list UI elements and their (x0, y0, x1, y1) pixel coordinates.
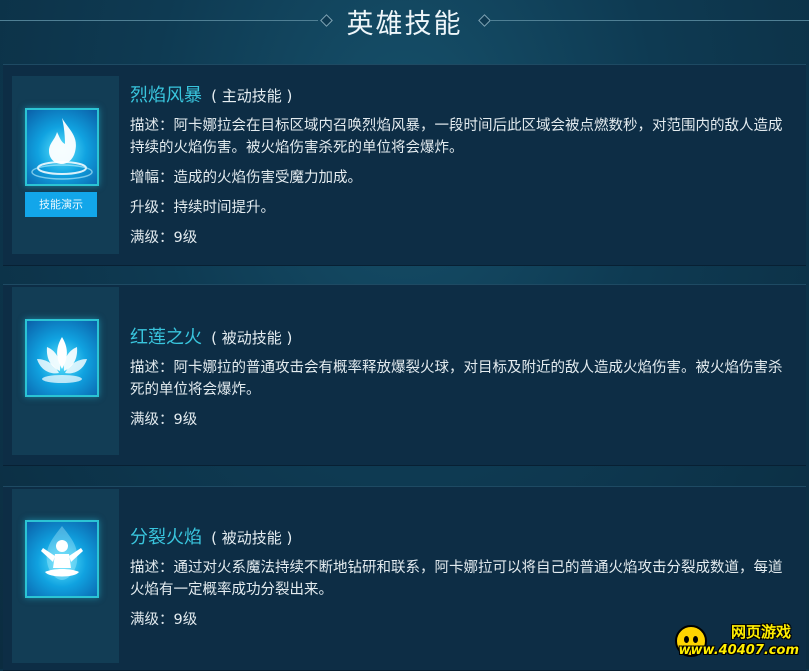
skill-type: ( 被动技能 ) (211, 529, 293, 547)
flame-storm-icon (31, 118, 93, 180)
skill-name: 红莲之火 (130, 327, 202, 348)
skill-upgrade: 升级：持续时间提升。 (130, 200, 275, 216)
skill-card-1: 技能演示 烈焰风暴 ( 主动技能 ) 描述：阿卡娜拉会在目标区域内召唤烈焰风暴，… (3, 64, 806, 266)
skill-title-row: 分裂火焰 ( 被动技能 ) (130, 523, 792, 549)
skill-type: ( 被动技能 ) (211, 329, 293, 347)
skill-demo-button[interactable]: 技能演示 (25, 192, 97, 217)
watermark-brand: 网页游戏 (730, 623, 791, 641)
skill-description: 描述：阿卡娜拉的普通攻击会有概率释放爆裂火球，对目标及附近的敌人造成火焰伤害。被… (130, 360, 783, 398)
split-flame-icon (41, 526, 83, 580)
skill-content: 烈焰风暴 ( 主动技能 ) 描述：阿卡娜拉会在目标区域内召唤烈焰风暴，一段时间后… (130, 81, 792, 249)
skill-icon[interactable] (25, 319, 99, 397)
skill-description: 描述：阿卡娜拉会在目标区域内召唤烈焰风暴，一段时间后此区域会被点燃数秒，对范围内… (130, 118, 783, 156)
skill-name: 分裂火焰 (130, 527, 202, 548)
skill-description: 描述：通过对火系魔法持续不断地钻研和联系，阿卡娜拉可以将自己的普通火焰攻击分裂成… (130, 560, 783, 598)
site-watermark: 网页游戏 www.40407.com (675, 621, 805, 667)
skill-content: 红莲之火 ( 被动技能 ) 描述：阿卡娜拉的普通攻击会有概率释放爆裂火球，对目标… (130, 323, 792, 431)
watermark-url: www.40407.com (678, 643, 800, 658)
skill-type: ( 主动技能 ) (211, 87, 293, 105)
skill-icon-panel (12, 489, 119, 663)
skill-card-2: 红莲之火 ( 被动技能 ) 描述：阿卡娜拉的普通攻击会有概率释放爆裂火球，对目标… (3, 284, 806, 466)
skill-content: 分裂火焰 ( 被动技能 ) 描述：通过对火系魔法持续不断地钻研和联系，阿卡娜拉可… (130, 523, 792, 631)
section-title: 英雄技能 (346, 9, 463, 40)
red-lotus-icon (37, 337, 87, 383)
skill-title-row: 红莲之火 ( 被动技能 ) (130, 323, 792, 349)
skill-icon-panel: 技能演示 (12, 76, 119, 254)
header-divider-right (490, 20, 809, 21)
skill-amplify: 增幅：造成的火焰伤害受魔力加成。 (130, 170, 362, 186)
skill-name: 烈焰风暴 (130, 85, 202, 106)
skill-title-row: 烈焰风暴 ( 主动技能 ) (130, 81, 792, 107)
skill-icon[interactable] (25, 108, 99, 186)
skill-max-level: 满级：9级 (130, 412, 198, 428)
skill-icon-panel (12, 287, 119, 455)
section-header: 英雄技能 (0, 0, 809, 50)
skill-icon[interactable] (25, 520, 99, 598)
skill-max-level: 满级：9级 (130, 230, 198, 246)
